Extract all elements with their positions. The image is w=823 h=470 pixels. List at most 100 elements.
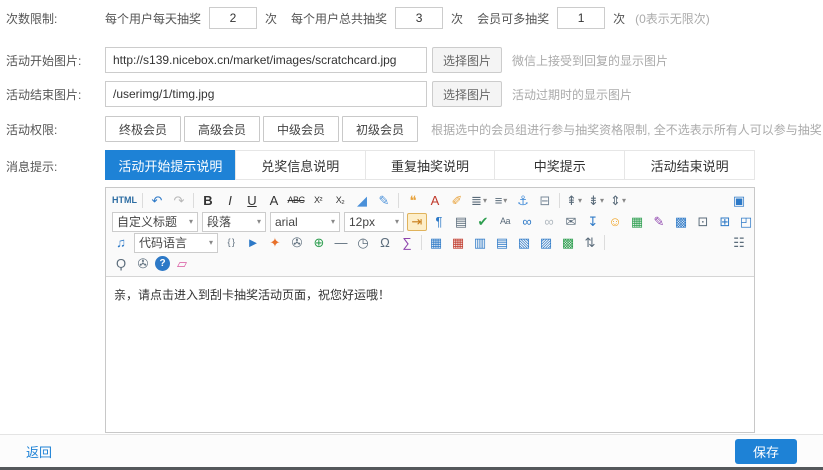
total-input[interactable] (395, 7, 443, 29)
help-icon[interactable]: ? (155, 256, 170, 271)
search-icon[interactable]: Ϙ (111, 255, 131, 273)
italic-icon[interactable]: I (220, 192, 240, 210)
end-image-choose-button[interactable]: 选择图片 (432, 81, 502, 107)
download-icon[interactable]: ↧ (583, 213, 603, 231)
search-replace-icon[interactable]: ✇ (133, 255, 153, 273)
image-icon[interactable]: ▦ (627, 213, 647, 231)
tab-repeat-draw[interactable]: 重复抽奖说明 (365, 150, 496, 180)
font-size-select[interactable]: 12px▾ (344, 212, 404, 232)
table-insert-row-icon[interactable]: ▥ (470, 234, 490, 252)
date-time-icon[interactable]: ◷ (353, 234, 373, 252)
source-code-button[interactable]: HTML (111, 192, 138, 210)
print-icon[interactable]: ☷ (729, 234, 749, 252)
emotion-icon[interactable]: ☺ (605, 213, 625, 231)
table-split-cells-icon[interactable]: ▨ (536, 234, 556, 252)
eraser-icon[interactable]: ◢ (352, 192, 372, 210)
code-language-select[interactable]: 代码语言▾ (134, 233, 218, 253)
special-char-icon[interactable]: Ω (375, 234, 395, 252)
video-icon[interactable]: ► (243, 234, 263, 252)
flash-icon[interactable]: ✦ (265, 234, 285, 252)
snapscreen-icon[interactable]: ⊡ (693, 213, 713, 231)
subscript-icon[interactable]: X₂ (330, 192, 350, 210)
map-icon[interactable]: ⊕ (309, 234, 329, 252)
back-link[interactable]: 返回 (26, 442, 52, 461)
start-image-input[interactable] (105, 47, 427, 73)
tab-end-note[interactable]: 活动结束说明 (624, 150, 755, 180)
font-border-icon[interactable]: A (264, 192, 284, 210)
limit-label: 次数限制: (6, 10, 105, 27)
font-family-select[interactable]: arial▾ (270, 212, 340, 232)
per-day-input[interactable] (209, 7, 257, 29)
message-content: 活动开始提示说明 兑奖信息说明 重复抽奖说明 中奖提示 活动结束说明 HTML ↶… (105, 150, 755, 433)
link-icon[interactable]: ∞ (517, 213, 537, 231)
indent-icon[interactable]: ⇥ (407, 213, 427, 231)
paste-icon[interactable]: ▱ (172, 255, 192, 273)
sort-icon[interactable]: ⇅ (580, 234, 600, 252)
limit-row: 次数限制: 每个用户每天抽奖 次 每个用户总共抽奖 次 会员可多抽奖 次 (0表… (6, 6, 823, 30)
member-junior-button[interactable]: 初级会员 (342, 116, 418, 142)
toolbar-separator (398, 193, 399, 208)
rich-text-editor: HTML↶↷BIUAABCX²X₂◢✎❝A✐≣▾≡▾⚓⊟⇞▾⇟▾⇕▾▣ 自定义标… (105, 187, 755, 433)
save-button[interactable]: 保存 (735, 439, 797, 464)
custom-title-select[interactable]: 自定义标题▾ (112, 212, 198, 232)
bold-icon[interactable]: B (198, 192, 218, 210)
unlink-icon[interactable]: ∞ (539, 213, 559, 231)
limit-hint: (0表示无限次) (635, 10, 710, 27)
spellcheck-icon[interactable]: ✔ (473, 213, 493, 231)
table-merge-cells-icon[interactable]: ▧ (514, 234, 534, 252)
editor-toolbar-row-4: Ϙ✇?▱ (110, 253, 750, 274)
strikethrough-icon[interactable]: ABC (286, 192, 306, 210)
anchor-icon[interactable]: ⚓ (513, 192, 533, 210)
preview-icon[interactable]: ▣ (729, 192, 749, 210)
page-break-icon[interactable]: ⊟ (535, 192, 555, 210)
paragraph-select[interactable]: 段落▾ (202, 212, 266, 232)
table-delete-icon[interactable]: ▦ (448, 234, 468, 252)
case-switch-icon[interactable]: Aa (495, 213, 515, 231)
font-color-icon[interactable]: A (425, 192, 445, 210)
highlight-color-icon[interactable]: ✐ (447, 192, 467, 210)
formula-icon[interactable]: ∑ (397, 234, 417, 252)
paragraph-spacing-top-icon[interactable]: ⇞▾ (564, 192, 584, 210)
ordered-list-icon[interactable]: ≣▾ (469, 192, 489, 210)
scrawl-icon[interactable]: ✎ (649, 213, 669, 231)
redo-icon[interactable]: ↷ (169, 192, 189, 210)
music-icon[interactable]: ♫ (111, 234, 131, 252)
extra-label: 会员可多抽奖 (477, 10, 549, 27)
autotypeset-icon[interactable]: ▤ (451, 213, 471, 231)
member-ultimate-button[interactable]: 终极会员 (105, 116, 181, 142)
format-painter-icon[interactable]: ✎ (374, 192, 394, 210)
table-header-icon[interactable]: ▩ (558, 234, 578, 252)
insert-frame-icon[interactable]: ⊞ (715, 213, 735, 231)
message-row: 消息提示: 活动开始提示说明 兑奖信息说明 重复抽奖说明 中奖提示 活动结束说明… (6, 150, 823, 433)
extra-unit: 次 (613, 10, 625, 27)
end-image-input[interactable] (105, 81, 427, 107)
permission-row: 活动权限: 终极会员 高级会员 中级会员 初级会员 根据选中的会员组进行参与抽奖… (6, 116, 823, 142)
tab-start-note[interactable]: 活动开始提示说明 (105, 150, 236, 180)
editor-toolbar-row-2: 自定义标题▾段落▾arial▾12px▾⇥¶▤✔Aa∞∞✉↧☺▦✎▩⊡⊞◰ (110, 211, 750, 232)
background-icon[interactable]: ▩ (671, 213, 691, 231)
extra-input[interactable] (557, 7, 605, 29)
member-middle-button[interactable]: 中级会员 (263, 116, 339, 142)
table-insert-icon[interactable]: ▦ (426, 234, 446, 252)
per-day-label: 每个用户每天抽奖 (105, 10, 201, 27)
unordered-list-icon[interactable]: ≡▾ (491, 192, 511, 210)
line-height-icon[interactable]: ⇕▾ (608, 192, 628, 210)
insert-code-icon[interactable]: { } (221, 234, 241, 252)
undo-icon[interactable]: ↶ (147, 192, 167, 210)
tab-redeem-info[interactable]: 兑奖信息说明 (235, 150, 366, 180)
email-icon[interactable]: ✉ (561, 213, 581, 231)
blockquote-icon[interactable]: ❝ (403, 192, 423, 210)
tab-win-prompt[interactable]: 中奖提示 (494, 150, 625, 180)
paragraph-spacing-bottom-icon[interactable]: ⇟▾ (586, 192, 606, 210)
start-image-choose-button[interactable]: 选择图片 (432, 47, 502, 73)
horizontal-rule-icon[interactable]: — (331, 234, 351, 252)
member-senior-button[interactable]: 高级会员 (184, 116, 260, 142)
attachment-icon[interactable]: ✇ (287, 234, 307, 252)
table-insert-col-icon[interactable]: ▤ (492, 234, 512, 252)
toolbar-separator (142, 193, 143, 208)
superscript-icon[interactable]: X² (308, 192, 328, 210)
pilcrow-icon[interactable]: ¶ (429, 213, 449, 231)
fullscreen-icon[interactable]: ◰ (736, 213, 756, 231)
editor-content-area[interactable]: 亲，请点击进入到刮卡抽奖活动页面，祝您好运哦！ (106, 277, 754, 432)
underline-icon[interactable]: U (242, 192, 262, 210)
